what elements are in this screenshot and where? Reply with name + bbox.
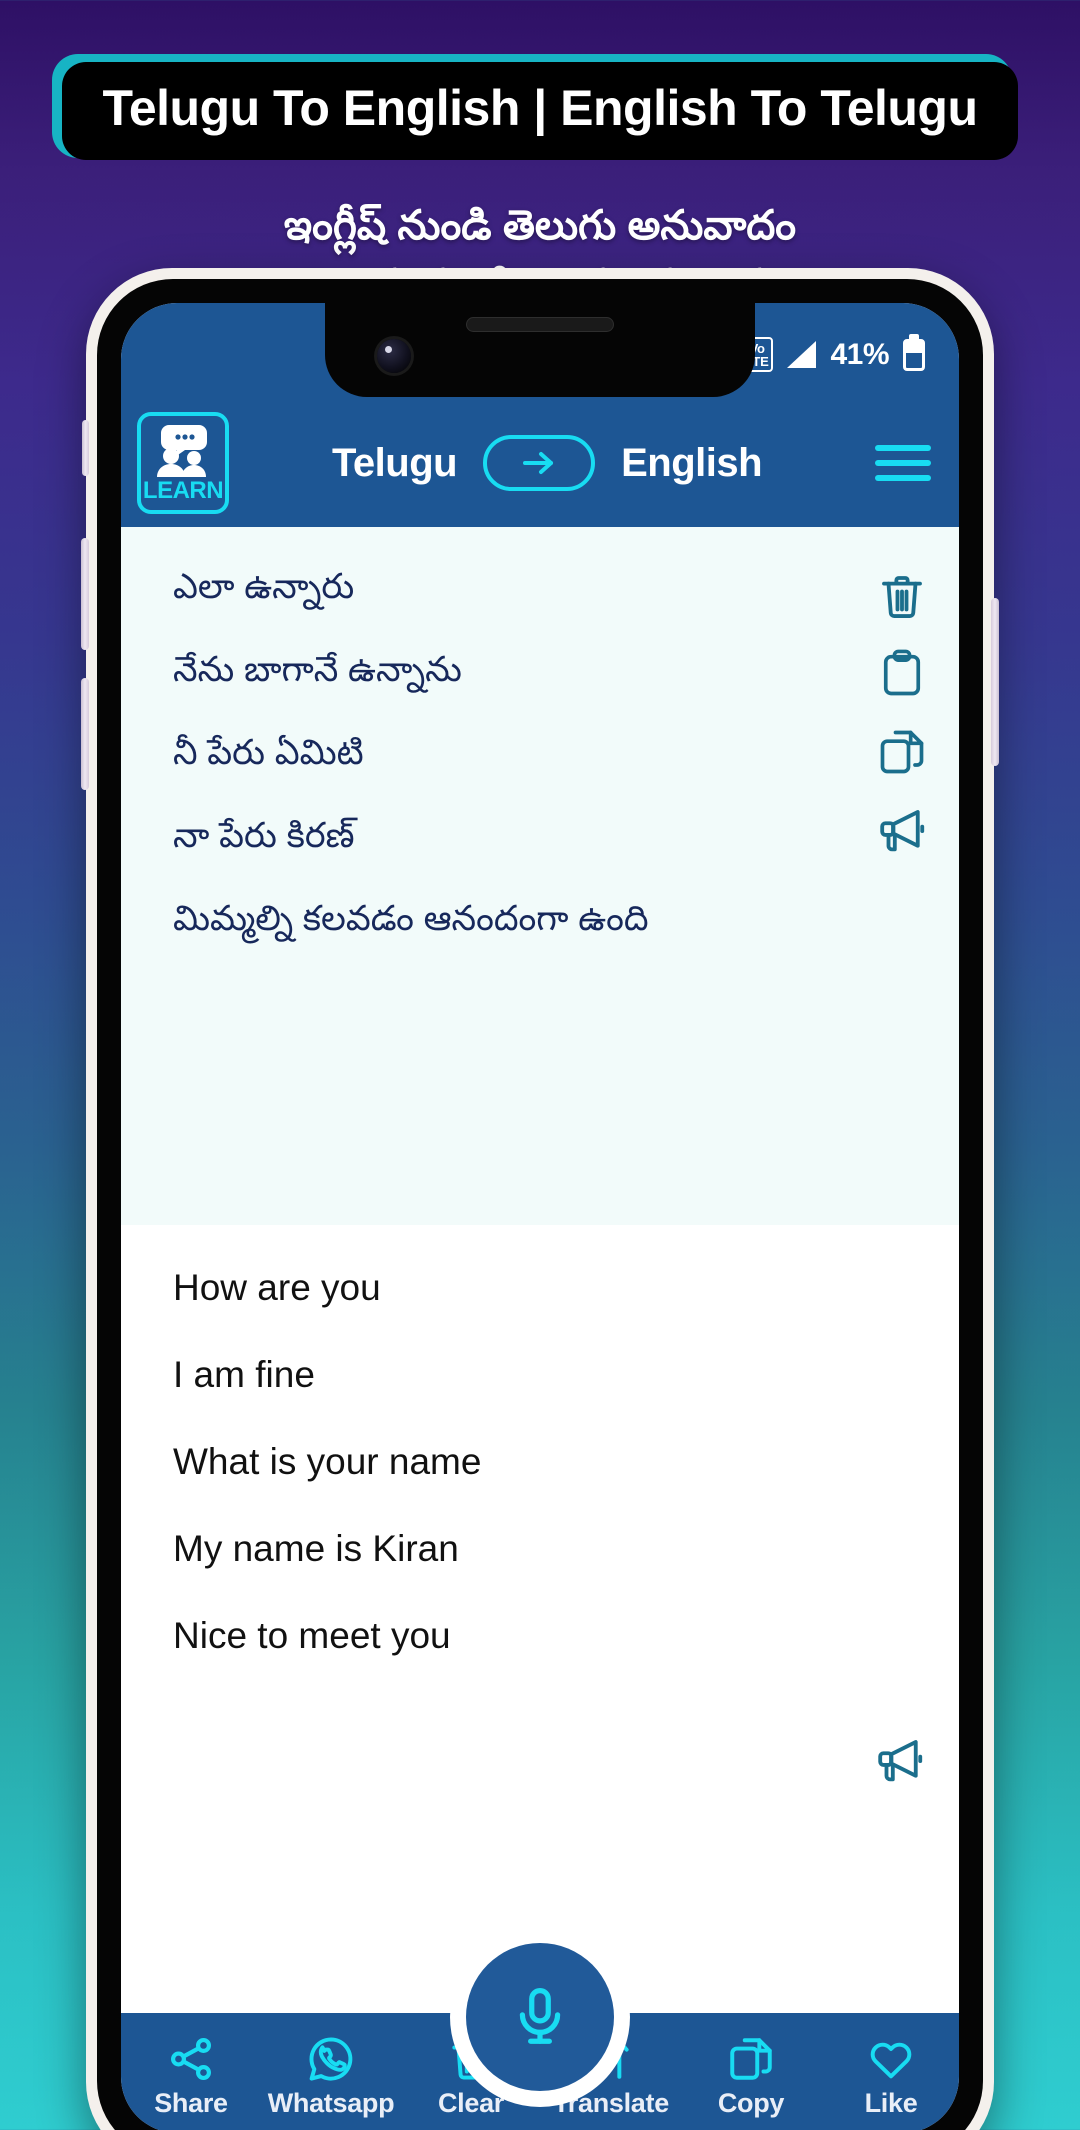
trash-icon bbox=[882, 576, 922, 618]
promo-subtitle-line-1: ఇంగ్లీష్ నుండి తెలుగు అనువాదం bbox=[283, 201, 797, 248]
microphone-button[interactable] bbox=[466, 1943, 614, 2091]
whatsapp-label: Whatsapp bbox=[267, 2087, 395, 2118]
learn-app-icon[interactable]: LEARN bbox=[137, 412, 229, 514]
speaker-icon bbox=[880, 810, 925, 852]
signal-icon bbox=[787, 341, 817, 368]
whatsapp-button[interactable]: Whatsapp bbox=[261, 2034, 401, 2117]
language-swap-button[interactable] bbox=[483, 435, 596, 491]
phone-screen: Vo LTE 41% LEARN Telugu English ఎలా ఉన్న… bbox=[121, 303, 959, 2130]
phone-mockup: Vo LTE 41% LEARN Telugu English ఎలా ఉన్న… bbox=[81, 268, 999, 2130]
battery-icon bbox=[903, 338, 925, 371]
copy-icon bbox=[730, 2037, 772, 2080]
promo-title-wrap: Telugu To English | English To Telugu bbox=[52, 54, 1018, 160]
arrow-right-icon bbox=[523, 452, 554, 474]
clipboard-icon bbox=[883, 649, 921, 696]
front-camera-icon bbox=[377, 339, 411, 373]
speak-input-button[interactable] bbox=[871, 799, 933, 861]
silent-switch-button[interactable] bbox=[82, 420, 89, 476]
input-side-actions bbox=[871, 565, 933, 861]
promo-title-text: Telugu To English | English To Telugu bbox=[102, 80, 978, 136]
telugu-text-line: నీ పేరు ఏమిటి bbox=[173, 733, 364, 772]
app-bar: LEARN Telugu English bbox=[121, 399, 959, 527]
hamburger-menu-icon[interactable] bbox=[875, 445, 931, 481]
delete-button[interactable] bbox=[871, 565, 933, 627]
share-icon bbox=[171, 2037, 211, 2080]
telugu-text-line: నా పేరు కిరణ్ bbox=[173, 816, 355, 855]
speak-output-button[interactable] bbox=[869, 1729, 931, 1791]
people-speech-bubble-icon bbox=[157, 425, 207, 477]
english-text-line: I am fine bbox=[173, 1354, 315, 1395]
volume-down-button[interactable] bbox=[81, 678, 89, 790]
volume-up-button[interactable] bbox=[81, 538, 89, 650]
copy-button[interactable] bbox=[871, 721, 933, 783]
bottom-toolbar: Share Whatsapp Clear Translate Copy Like bbox=[121, 1943, 959, 2130]
microphone-icon bbox=[519, 1987, 561, 2044]
hamburger-bar bbox=[875, 445, 931, 451]
telugu-text-line: నేను బాగానే ఉన్నాను bbox=[173, 650, 462, 689]
power-button[interactable] bbox=[991, 598, 999, 766]
like-label: Like bbox=[864, 2087, 918, 2118]
english-text-line: My name is Kiran bbox=[173, 1528, 459, 1569]
translate-label: Translate bbox=[553, 2087, 669, 2118]
speaker-icon bbox=[878, 1740, 923, 1782]
copy-output-button[interactable]: Copy bbox=[681, 2034, 821, 2117]
heart-icon bbox=[870, 2042, 912, 2078]
copy-label: Copy bbox=[717, 2087, 785, 2118]
like-button[interactable]: Like bbox=[821, 2034, 959, 2117]
english-text-line: What is your name bbox=[173, 1441, 482, 1482]
earpiece-speaker bbox=[466, 317, 614, 332]
share-label: Share bbox=[154, 2087, 228, 2118]
whatsapp-icon bbox=[309, 2036, 353, 2081]
language-selector-row: Telugu English bbox=[229, 435, 865, 491]
share-button[interactable]: Share bbox=[121, 2034, 261, 2117]
learn-label: LEARN bbox=[142, 477, 224, 504]
telugu-text-line: మిమ్మల్ని కలవడం ఆనందంగా ఉంది bbox=[173, 899, 649, 938]
clear-label: Clear bbox=[437, 2087, 505, 2118]
telugu-text-line: ఎలా ఉన్నారు bbox=[173, 567, 355, 606]
battery-percent-label: 41% bbox=[830, 337, 889, 371]
source-language-label[interactable]: Telugu bbox=[332, 441, 458, 486]
english-text-line: Nice to meet you bbox=[173, 1615, 451, 1656]
paste-button[interactable] bbox=[871, 643, 933, 705]
copy-icon bbox=[880, 730, 924, 774]
hamburger-bar bbox=[875, 460, 931, 466]
promo-title-banner: Telugu To English | English To Telugu bbox=[62, 62, 1018, 160]
english-text-line: How are you bbox=[173, 1267, 381, 1308]
phone-notch bbox=[325, 303, 755, 397]
hamburger-bar bbox=[875, 475, 931, 481]
target-language-label[interactable]: English bbox=[621, 441, 762, 486]
english-output-panel[interactable]: How are you I am fine What is your name … bbox=[121, 1225, 959, 1813]
phone-bezel: Vo LTE 41% LEARN Telugu English ఎలా ఉన్న… bbox=[97, 279, 983, 2130]
telugu-input-panel[interactable]: ఎలా ఉన్నారు నేను బాగానే ఉన్నాను నీ పేరు … bbox=[121, 527, 959, 1225]
